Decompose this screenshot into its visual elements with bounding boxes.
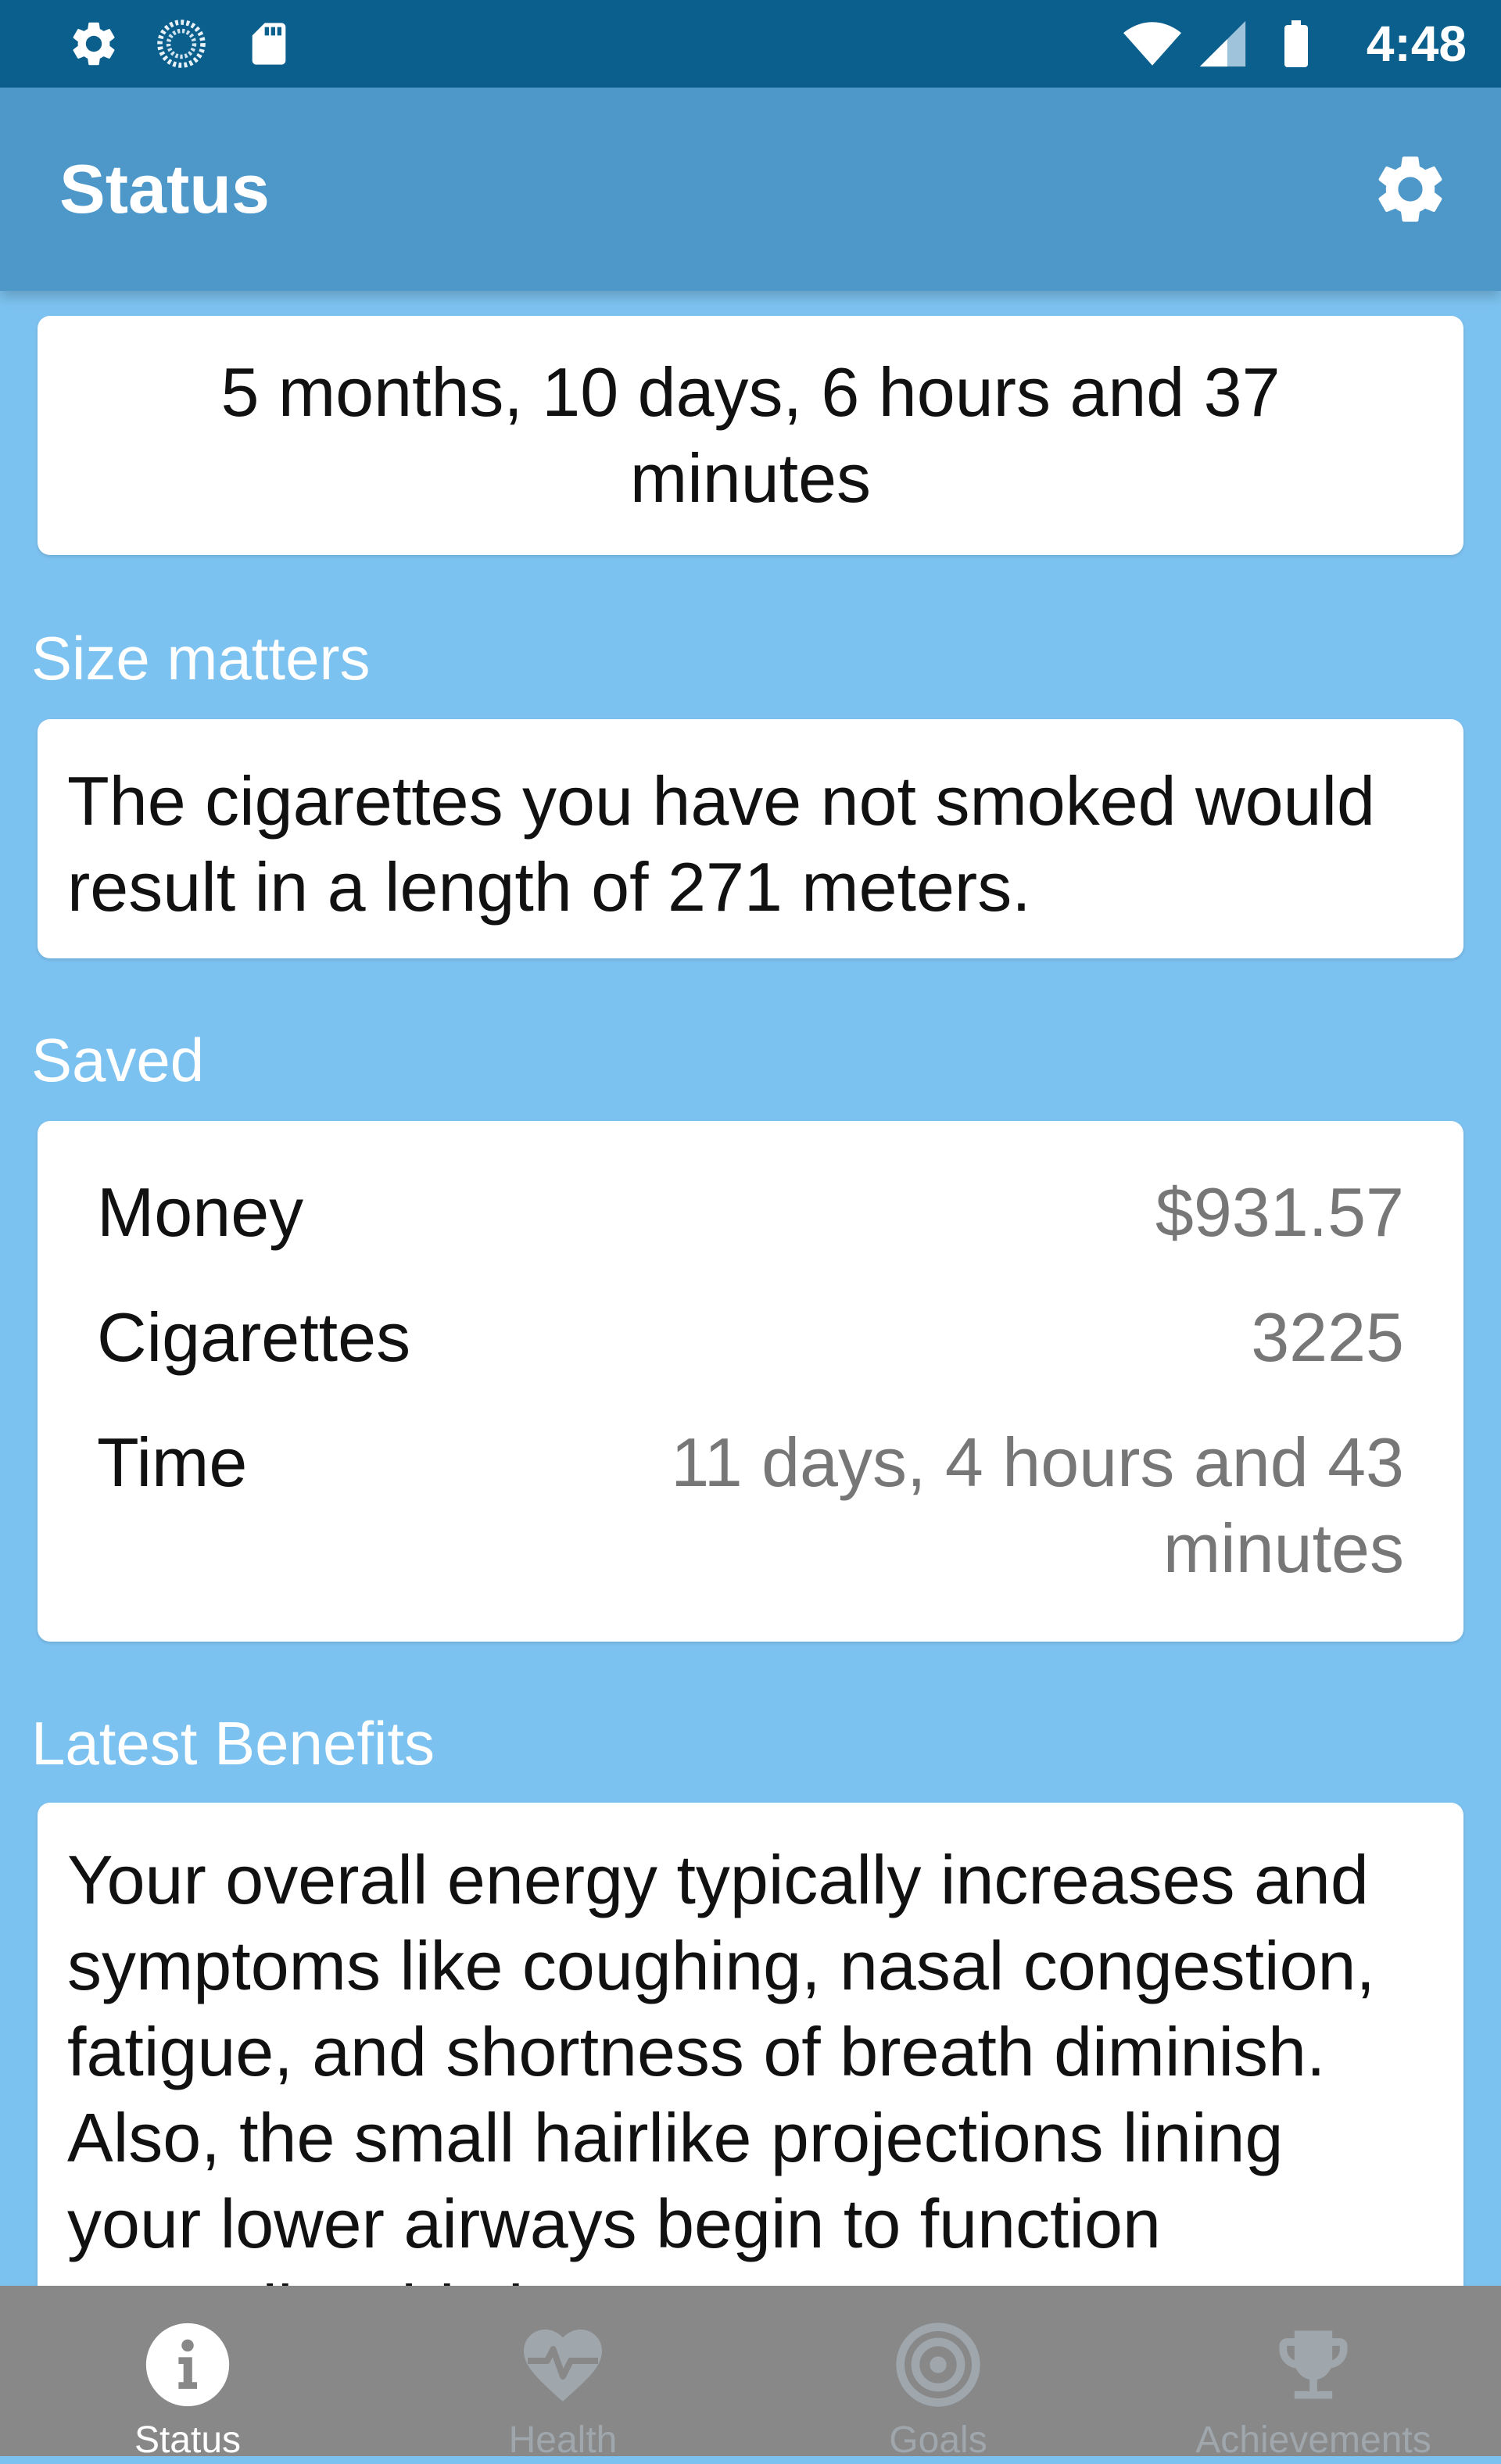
nav-item-achievements[interactable]: Achievements (1126, 2286, 1501, 2461)
saved-row-time: Time 11 days, 4 hours and 43 minutes (97, 1420, 1404, 1592)
saved-value: $931.57 (1155, 1173, 1404, 1251)
nav-label: Goals (889, 2419, 987, 2461)
saved-row-money: Money $931.57 (97, 1169, 1404, 1255)
duration-card: 5 months, 10 days, 6 hours and 37 minute… (38, 316, 1463, 555)
saved-label: Cigarettes (97, 1298, 411, 1376)
latest-benefits-text: Your overall energy typically increases … (67, 1841, 1375, 2286)
battery-icon (1266, 14, 1326, 73)
settings-button[interactable] (1368, 147, 1453, 231)
nav-item-status[interactable]: Status (0, 2286, 375, 2461)
saved-value: 3225 (1251, 1298, 1404, 1376)
saved-label: Time (97, 1424, 248, 1501)
latest-benefits-card: Your overall energy typically increases … (38, 1803, 1463, 2286)
nav-label: Status (134, 2419, 242, 2461)
size-matters-card: The cigarettes you have not smoked would… (38, 719, 1463, 958)
latest-benefits-title: Latest Benefits (31, 1709, 435, 1778)
nav-item-health[interactable]: Health (375, 2286, 750, 2461)
saved-value: 11 days, 4 hours and 43 minutes (671, 1424, 1404, 1587)
signal-icon (1193, 14, 1252, 73)
nav-label: Achievements (1195, 2419, 1431, 2461)
saved-label: Money (97, 1173, 304, 1251)
status-time: 4:48 (1366, 16, 1467, 72)
saved-row-cigarettes: Cigarettes 3225 (97, 1295, 1404, 1381)
saved-title: Saved (31, 1026, 205, 1094)
sd-card-icon (239, 14, 299, 73)
size-matters-text: The cigarettes you have not smoked would… (67, 762, 1375, 926)
nav-item-goals[interactable]: Goals (750, 2286, 1126, 2461)
status-bar: 4:48 (0, 0, 1501, 88)
heart-pulse-icon (512, 2314, 614, 2416)
size-matters-title: Size matters (31, 624, 371, 693)
sync-icon (152, 14, 211, 73)
quit-duration: 5 months, 10 days, 6 hours and 37 minute… (220, 353, 1281, 517)
target-icon (887, 2314, 989, 2416)
wifi-icon (1123, 14, 1182, 73)
bottom-navigation: Status Health Goals Achievements (0, 2286, 1501, 2461)
status-content[interactable]: 5 months, 10 days, 6 hours and 37 minute… (0, 291, 1501, 2286)
nav-label: Health (508, 2419, 618, 2461)
saved-card: Money $931.57 Cigarettes 3225 Time 11 da… (38, 1121, 1463, 1642)
gear-icon (1370, 149, 1451, 230)
trophy-icon (1263, 2314, 1364, 2416)
app-bar: Status (0, 88, 1501, 291)
page-title: Status (59, 150, 270, 227)
gear-icon (64, 14, 124, 73)
info-icon (137, 2314, 238, 2416)
